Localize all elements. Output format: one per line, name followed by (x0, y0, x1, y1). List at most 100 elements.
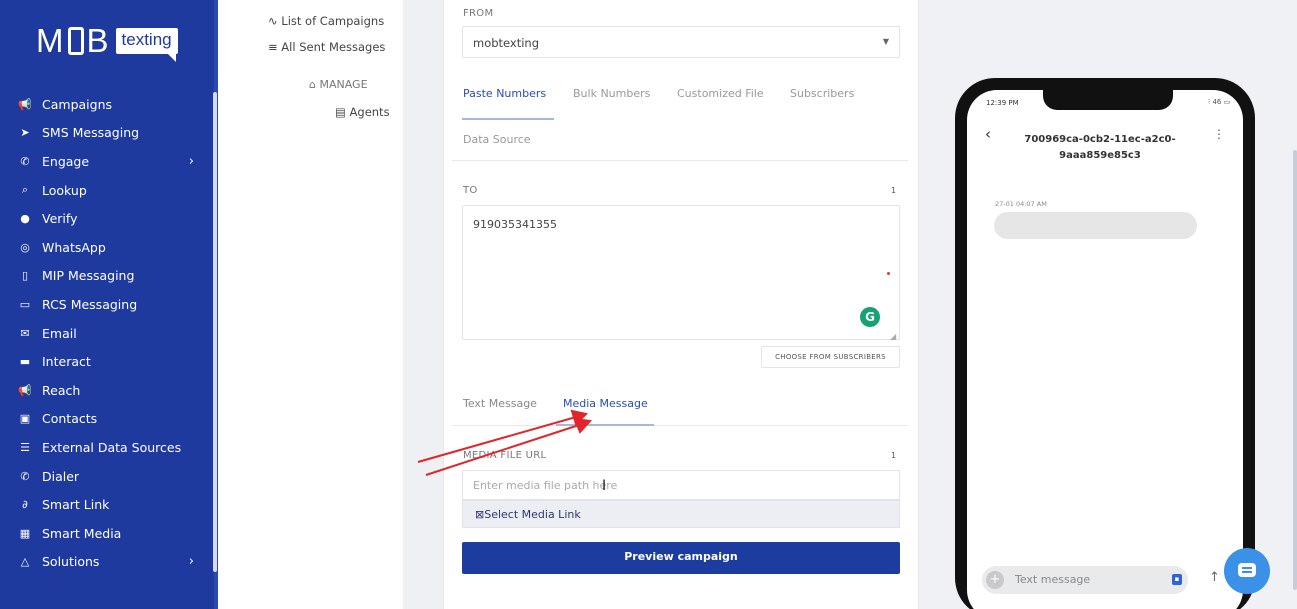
sidebar-item-label: WhatsApp (42, 239, 106, 255)
active-tab-indicator (462, 118, 554, 120)
sidebar-item-verify[interactable]: ● Verify (0, 204, 214, 233)
sidebar-item-smart-media[interactable]: ▦ Smart Media (0, 519, 214, 548)
tab-customized-file[interactable]: Customized File (677, 87, 764, 100)
sidebar-item-label: Smart Link (42, 497, 110, 513)
sidebar-item-label: RCS Messaging (42, 296, 138, 312)
sidebar-item-label: Lookup (42, 182, 87, 198)
media-link-icon: ⊠ (475, 508, 485, 521)
link-icon: ∂ (22, 498, 28, 512)
select-media-link-label: Select Media Link (484, 508, 581, 521)
tab-text-message[interactable]: Text Message (463, 397, 537, 410)
sidebar-item-contacts[interactable]: ▣ Contacts (0, 405, 214, 434)
sidebar-item-label: External Data Sources (42, 439, 182, 455)
phone-screen (967, 90, 1243, 609)
to-label: TO (463, 185, 478, 196)
page-scrollbar[interactable] (1293, 150, 1297, 590)
phone-status-icons: ⁝ 46 ▭ (1208, 98, 1231, 106)
back-arrow-icon[interactable]: ‹ (985, 125, 991, 143)
sidebar-item-external-data-sources[interactable]: ☰ External Data Sources (0, 433, 214, 462)
sidebar-item-label: Engage (42, 153, 90, 169)
from-select-value: mobtexting (473, 36, 540, 50)
search-icon: ⌕ (21, 183, 29, 197)
media-file-url-input[interactable]: Enter media file path here (462, 470, 900, 500)
logo-letter-b: B (86, 22, 110, 59)
sidebar-item-campaigns[interactable]: 📢 Campaigns (0, 90, 214, 119)
brand-area: M B texting (0, 0, 218, 88)
chat-icon: ▭ (19, 297, 31, 311)
tab-media-message[interactable]: Media Message (563, 397, 648, 410)
megaphone-icon: 📢 (18, 97, 32, 111)
sidebar-item-rcs-messaging[interactable]: ▭ RCS Messaging (0, 290, 214, 319)
tab-subscribers[interactable]: Subscribers (790, 87, 854, 100)
sidebar-scrollbar[interactable] (213, 92, 217, 572)
tab-bulk-numbers[interactable]: Bulk Numbers (573, 87, 650, 100)
to-count: 1 (891, 186, 897, 195)
sidebar-item-engage[interactable]: ✆ Engage › (0, 147, 214, 176)
sidebar-item-label: Dialer (42, 468, 80, 484)
manage-heading: ⌂ MANAGE (309, 78, 368, 91)
phone-status-time: 12:39 PM (986, 99, 1019, 107)
phone-notch (1043, 88, 1173, 110)
sidebar-nav: 📢 Campaigns ➤ SMS Messaging ✆ Engage › ⌕ Lookup ●… (0, 90, 214, 576)
resize-handle-icon[interactable]: ◢ (890, 332, 896, 341)
sidebar-item-interact[interactable]: ▬ Interact (0, 347, 214, 376)
sidebar-item-sms-messaging[interactable]: ➤ SMS Messaging (0, 119, 214, 148)
required-dot (887, 272, 890, 275)
manage-label: MANAGE (319, 78, 368, 91)
logo-tag: texting (115, 28, 178, 62)
sidebar-item-label: Email (42, 325, 77, 341)
sidebar-item-solutions[interactable]: △ Solutions › (0, 548, 214, 577)
sidebar-item-label: Smart Media (42, 525, 122, 541)
preview-campaign-button[interactable]: Preview campaign (462, 542, 900, 574)
sidebar-item-smart-link[interactable]: ∂ Smart Link (0, 490, 214, 519)
list-of-campaigns-link[interactable]: ∿ List of Campaigns (268, 14, 384, 28)
ticket-icon: ▬ (19, 355, 31, 369)
chevron-right-icon: › (188, 153, 194, 169)
sidebar-item-label: Reach (42, 382, 81, 398)
grammarly-icon[interactable]: G (860, 307, 880, 327)
media-file-url-label: MEDIA FILE URL (463, 450, 547, 461)
conversation-title: 700969ca-0cb2-11ec-a2c0-9aaa859e85c3 (1024, 134, 1176, 161)
agents-label: Agents (349, 105, 390, 119)
add-attachment-icon[interactable]: + (986, 571, 1004, 589)
sidebar-item-reach[interactable]: 📢 Reach (0, 376, 214, 405)
sidebar-item-label: Campaigns (42, 96, 113, 112)
shield-icon: ● (20, 212, 30, 226)
all-sent-messages-link[interactable]: ≡ All Sent Messages (268, 40, 385, 54)
more-options-icon[interactable]: ⋮ (1213, 127, 1225, 141)
secondary-menu: ∿ List of Campaigns ≡ All Sent Messages … (218, 0, 403, 609)
sidebar-item-whatsapp[interactable]: ◎ WhatsApp (0, 233, 214, 262)
chat-support-button[interactable] (1224, 548, 1270, 594)
divider (452, 425, 908, 426)
sidebar-item-label: Solutions (42, 554, 100, 570)
sidebar-item-label: Contacts (42, 411, 98, 427)
choose-from-subscribers-button[interactable]: CHOOSE FROM SUBSCRIBERS (761, 346, 900, 368)
message-bubble (994, 212, 1197, 239)
sidebar-item-label: Verify (42, 211, 78, 227)
manage-icon: ⌂ (309, 78, 320, 91)
sidebar-item-mip-messaging[interactable]: ▯ MIP Messaging (0, 262, 214, 291)
phone-icon: ✆ (20, 154, 30, 168)
to-numbers-textarea[interactable]: 919035341355 (462, 205, 900, 340)
sidebar-item-label: Interact (42, 354, 91, 370)
tab-data-source[interactable]: Data Source (463, 133, 531, 146)
from-select[interactable]: mobtexting ▼ (462, 26, 900, 58)
logo[interactable]: M B texting (36, 21, 178, 62)
chevron-right-icon: › (188, 554, 194, 570)
sidebar-item-label: SMS Messaging (42, 125, 140, 141)
text-cursor-icon: I (602, 478, 607, 494)
agents-link[interactable]: ▤ Agents (335, 105, 390, 119)
megaphone-icon: 📢 (18, 383, 32, 397)
divider (452, 160, 908, 161)
tab-paste-numbers[interactable]: Paste Numbers (463, 87, 546, 100)
agents-icon: ▤ (335, 105, 350, 119)
logo-phone-icon (67, 27, 84, 55)
sidebar-item-email[interactable]: ✉ Email (0, 319, 214, 348)
mobile-icon: ▯ (21, 269, 29, 283)
sidebar-item-dialer[interactable]: ✆ Dialer (0, 462, 214, 491)
sidebar-item-lookup[interactable]: ⌕ Lookup (0, 176, 214, 205)
send-icon: ➤ (20, 126, 30, 140)
send-icon[interactable]: ↑ (1209, 570, 1220, 585)
contacts-icon: ▣ (19, 412, 31, 426)
select-media-link-button[interactable]: ⊠Select Media Link (462, 500, 900, 528)
